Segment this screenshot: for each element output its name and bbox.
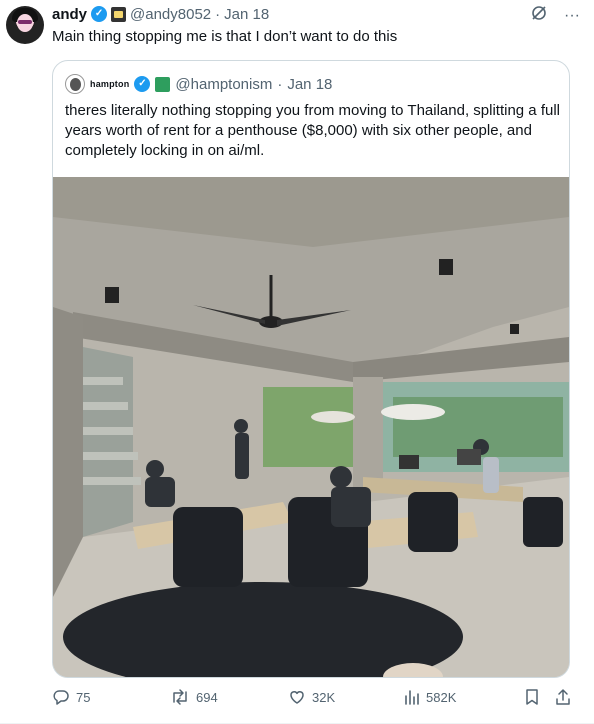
quoted-post[interactable]: hampton ✓ @hamptonism · Jan 18 theres li…: [52, 60, 570, 678]
post[interactable]: andy ✓ @andy8052 · Jan 18 ··· Main thing…: [0, 0, 594, 724]
quoted-text: theres literally nothing stopping you fr…: [65, 102, 560, 159]
post-text: Main thing stopping me is that I don’t w…: [52, 28, 398, 45]
quoted-handle[interactable]: @hamptonism: [175, 76, 272, 93]
verified-badge-icon: ✓: [134, 76, 151, 92]
quoted-avatar[interactable]: [65, 74, 85, 94]
repost-count: 694: [196, 689, 218, 705]
post-date[interactable]: Jan 18: [224, 6, 269, 23]
separator-dot: ·: [277, 75, 283, 93]
reply-button[interactable]: 75: [52, 688, 90, 706]
repost-button[interactable]: 694: [170, 688, 218, 706]
reply-icon: [53, 690, 69, 705]
coworking-photo[interactable]: [53, 177, 569, 677]
top-actions: ···: [530, 4, 580, 27]
like-count: 32K: [312, 689, 336, 705]
emoji-badge-icon: [111, 6, 127, 22]
repost-icon: [173, 689, 187, 705]
share-icon: [556, 689, 570, 705]
more-icon[interactable]: ···: [564, 7, 580, 25]
views-button[interactable]: 582K: [404, 688, 456, 706]
author-avatar[interactable]: [6, 6, 44, 44]
author-name[interactable]: andy: [52, 6, 87, 23]
quoted-header: hampton ✓ @hamptonism · Jan 18: [65, 74, 332, 94]
heart-icon: [290, 691, 304, 704]
like-button[interactable]: 32K: [288, 688, 335, 706]
author-handle[interactable]: @andy8052: [130, 6, 211, 23]
views-count: 582K: [426, 689, 457, 705]
quoted-author-name[interactable]: hampton: [90, 79, 129, 89]
bookmark-button[interactable]: [524, 688, 540, 706]
share-button[interactable]: [554, 688, 572, 706]
affiliate-badge-icon: [155, 76, 171, 92]
slash-circle-icon[interactable]: [530, 4, 548, 27]
separator-dot: ·: [215, 5, 221, 23]
post-header: andy ✓ @andy8052 · Jan 18: [52, 4, 269, 24]
bookmark-icon: [526, 689, 538, 705]
action-bar: 75 694 32K 582K: [52, 686, 578, 710]
quoted-date[interactable]: Jan 18: [287, 76, 332, 93]
verified-badge-icon: ✓: [91, 6, 108, 22]
reply-count: 75: [76, 689, 91, 705]
views-icon: [405, 690, 419, 705]
